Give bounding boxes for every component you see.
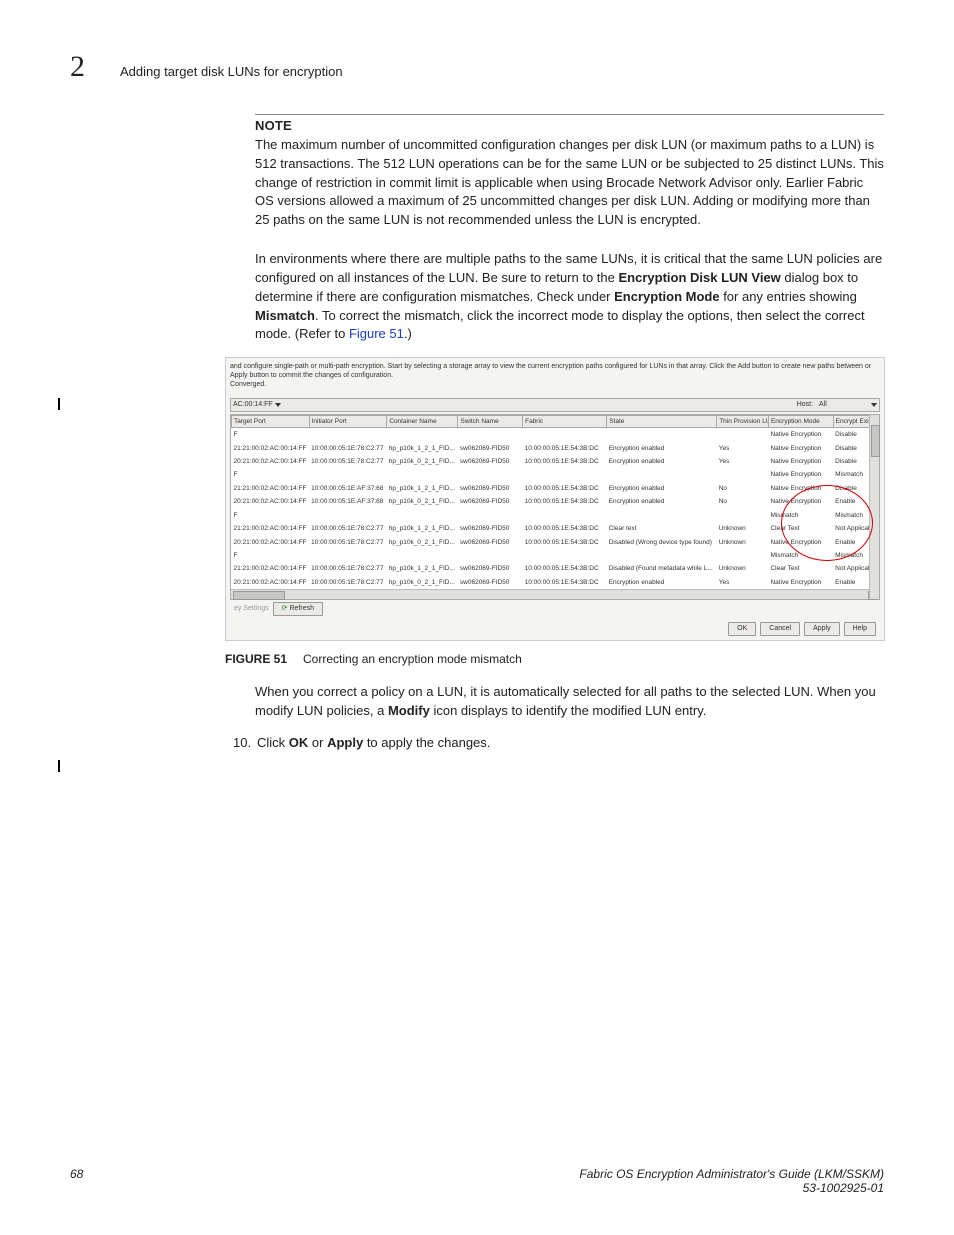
host-label: Host:: [797, 400, 813, 410]
chevron-down-icon: [275, 403, 281, 407]
table-row[interactable]: 20:21:00:02:AC:00:14:FF10:00:00:05:1E:AF…: [232, 495, 879, 508]
fig-intro-text: and configure single-path or multi-path …: [230, 363, 871, 379]
table-row[interactable]: 21:21:00:02:AC:00:14:FF10:00:00:05:1E:78…: [232, 442, 879, 455]
figure-51-screenshot: and configure single-path or multi-path …: [225, 357, 885, 641]
fig-converged: Converged.: [230, 381, 266, 388]
paragraph-modify: When you correct a policy on a LUN, it i…: [255, 683, 884, 721]
cancel-button[interactable]: Cancel: [760, 622, 800, 636]
table-row[interactable]: FMismatchMismatch: [232, 509, 879, 522]
ok-button[interactable]: OK: [728, 622, 756, 636]
table-row[interactable]: 21:21:00:02:AC:00:14:FF10:00:00:05:1E:78…: [232, 522, 879, 535]
vertical-scrollbar[interactable]: [869, 415, 879, 599]
table-row[interactable]: 20:21:00:02:AC:00:14:FF10:00:00:05:1E:78…: [232, 576, 879, 589]
paragraph-mismatch: In environments where there are multiple…: [255, 250, 884, 344]
footer-docnum: 53-1002925-01: [579, 1181, 884, 1195]
apply-button[interactable]: Apply: [804, 622, 840, 636]
lun-table[interactable]: Target PortInitiator PortContainer NameS…: [231, 415, 879, 589]
horizontal-scrollbar[interactable]: ▸: [231, 589, 879, 599]
step-text: Click OK or Apply to apply the changes.: [257, 734, 490, 753]
key-settings-link[interactable]: ey Settings: [234, 604, 269, 614]
chevron-down-icon: [871, 403, 877, 407]
table-row[interactable]: 21:21:00:02:AC:00:14:FF10:00:00:05:1E:78…: [232, 562, 879, 575]
table-row[interactable]: FMismatchMismatch: [232, 549, 879, 562]
refresh-button[interactable]: ⟳ Refresh: [273, 602, 323, 616]
table-row[interactable]: 20:21:00:02:AC:00:14:FF10:00:00:05:1E:78…: [232, 536, 879, 549]
note-label: NOTE: [255, 117, 884, 136]
page-number: 68: [70, 1167, 83, 1195]
step-number: 10.: [233, 734, 257, 753]
table-row[interactable]: FNative EncryptionDisable: [232, 428, 879, 442]
figure-51-link[interactable]: Figure 51: [349, 326, 404, 341]
footer-title: Fabric OS Encryption Administrator's Gui…: [579, 1167, 884, 1181]
table-row[interactable]: 21:21:00:02:AC:00:14:FF10:00:00:05:1E:AF…: [232, 482, 879, 495]
table-row[interactable]: 20:21:00:02:AC:00:14:FF10:00:00:05:1E:78…: [232, 455, 879, 468]
target-port-dropdown[interactable]: AC:00:14:FF: [233, 400, 281, 410]
page-header-title: Adding target disk LUNs for encryption: [120, 64, 343, 79]
help-button[interactable]: Help: [844, 622, 876, 636]
table-row[interactable]: FNative EncryptionMismatch: [232, 468, 879, 481]
figure-caption: FIGURE 51Correcting an encryption mode m…: [225, 651, 884, 668]
table-header-row: Target PortInitiator PortContainer NameS…: [232, 415, 879, 427]
chapter-number: 2: [70, 50, 110, 84]
host-dropdown[interactable]: All: [819, 400, 869, 410]
note-body: The maximum number of uncommitted config…: [255, 136, 884, 230]
